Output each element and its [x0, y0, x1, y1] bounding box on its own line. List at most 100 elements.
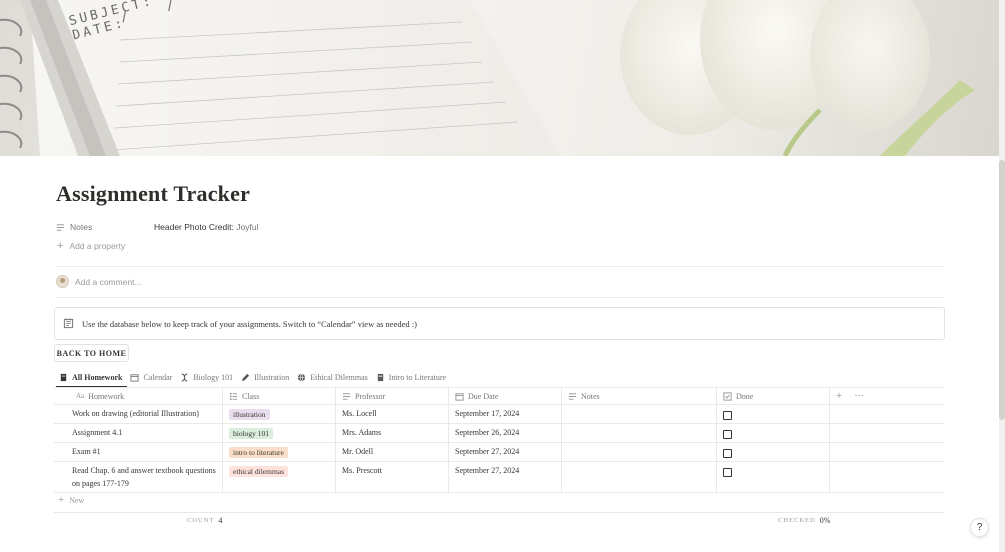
cell-professor[interactable]: Mr. Odell: [336, 443, 449, 461]
cell-due-date[interactable]: September 26, 2024: [449, 424, 562, 442]
column-header-done[interactable]: Done: [717, 388, 830, 404]
tab-label: Illustration: [254, 372, 290, 382]
tab-intro-to-literature[interactable]: Intro to Literature: [373, 367, 451, 387]
pencil-icon: [241, 373, 250, 381]
column-header-due-date[interactable]: Due Date: [449, 388, 562, 404]
cell-due-date[interactable]: September 17, 2024: [449, 405, 562, 423]
homework-table: Aa Homework Class Professor Due Date Not…: [54, 388, 945, 493]
checkbox-type-icon: [723, 391, 732, 401]
checked-calculation[interactable]: CHECKED 0%: [778, 516, 830, 525]
photo-credit-name: Joyful: [236, 222, 259, 232]
tab-label: Ethical Dilemmas: [310, 372, 368, 382]
property-notes[interactable]: Notes Header Photo Credit: Joyful: [56, 218, 258, 236]
note-icon: [60, 373, 67, 381]
cover-image[interactable]: SUBJECT: DATE: / /: [0, 0, 999, 156]
column-header-professor[interactable]: Professor: [336, 388, 449, 404]
text-lines-icon: [56, 223, 65, 231]
cell-notes[interactable]: [562, 405, 717, 423]
class-tag: intro to literature: [229, 447, 288, 458]
tab-biology-101[interactable]: Biology 101: [177, 367, 238, 387]
scrollbar-thumb[interactable]: [999, 160, 1005, 420]
checked-value: 0%: [819, 516, 831, 525]
column-header-homework[interactable]: Aa Homework: [54, 388, 223, 404]
comment-input[interactable]: Add a comment...: [56, 275, 142, 288]
cell-done[interactable]: [717, 462, 830, 492]
class-tag: biology 101: [229, 428, 274, 439]
cover-illustration: [0, 0, 975, 156]
table-row[interactable]: Work on drawing (editorial Illustration)…: [54, 405, 945, 424]
cell-class[interactable]: illustration: [223, 405, 336, 423]
cell-homework[interactable]: Exam #1: [54, 443, 223, 461]
calendar-icon: [130, 373, 139, 382]
cell-class[interactable]: intro to literature: [223, 443, 336, 461]
done-checkbox[interactable]: [723, 468, 732, 477]
done-checkbox[interactable]: [723, 430, 732, 439]
plus-icon: +: [58, 494, 65, 506]
text-lines-icon: [568, 392, 577, 400]
done-checkbox[interactable]: [723, 449, 732, 458]
cell-empty: [830, 462, 945, 492]
cell-class[interactable]: biology 101: [223, 424, 336, 442]
tab-label: Biology 101: [193, 372, 234, 382]
new-row-button[interactable]: + New: [58, 494, 85, 506]
avatar: [56, 275, 69, 288]
cell-professor[interactable]: Mrs. Adams: [336, 424, 449, 442]
new-row-label: New: [69, 496, 85, 505]
table-row[interactable]: Exam #1 intro to literature Mr. Odell Se…: [54, 443, 945, 462]
count-value: 4: [218, 516, 223, 525]
class-tag: ethical dilemmas: [229, 466, 289, 477]
table-row[interactable]: Read Chap. 6 and answer textbook questio…: [54, 462, 945, 493]
cell-done[interactable]: [717, 443, 830, 461]
table-header: Aa Homework Class Professor Due Date Not…: [54, 388, 945, 405]
cell-done[interactable]: [717, 405, 830, 423]
cell-notes[interactable]: [562, 424, 717, 442]
dna-icon: [181, 372, 188, 382]
tab-label: Calendar: [143, 372, 173, 382]
cell-professor[interactable]: Ms. Prescott: [336, 462, 449, 492]
cell-homework[interactable]: Assignment 4.1: [54, 424, 223, 442]
cell-done[interactable]: [717, 424, 830, 442]
tab-label: Intro to Literature: [388, 372, 447, 382]
cell-homework[interactable]: Read Chap. 6 and answer textbook questio…: [54, 462, 223, 492]
tab-illustration[interactable]: Illustration: [238, 367, 294, 387]
tab-label: All Homework: [72, 372, 123, 382]
property-name[interactable]: Notes: [56, 222, 154, 232]
divider: [56, 297, 944, 298]
cell-notes[interactable]: [562, 462, 717, 492]
back-to-home-button[interactable]: BACK TO HOME: [54, 344, 129, 362]
column-header-class[interactable]: Class: [223, 388, 336, 404]
add-property-button[interactable]: + Add a property: [57, 239, 125, 252]
add-column-icon[interactable]: +: [836, 390, 842, 402]
cell-professor[interactable]: Ms. Locell: [336, 405, 449, 423]
column-header-notes[interactable]: Notes: [562, 388, 717, 404]
page-scrollbar[interactable]: [999, 0, 1005, 552]
cell-empty: [830, 443, 945, 461]
divider: [54, 512, 945, 513]
table-row[interactable]: Assignment 4.1 biology 101 Mrs. Adams Se…: [54, 424, 945, 443]
column-header-actions: + ···: [830, 388, 945, 404]
notepad-icon: [63, 318, 74, 329]
count-label: COUNT: [187, 517, 215, 524]
callout-block[interactable]: Use the database below to keep track of …: [54, 307, 945, 340]
property-notes-label: Notes: [70, 222, 93, 232]
page-title[interactable]: Assignment Tracker: [56, 181, 250, 207]
cell-class[interactable]: ethical dilemmas: [223, 462, 336, 492]
plus-icon: +: [57, 239, 64, 252]
cell-notes[interactable]: [562, 443, 717, 461]
done-checkbox[interactable]: [723, 411, 732, 420]
help-button[interactable]: ?: [970, 518, 989, 537]
tab-ethical-dilemmas[interactable]: Ethical Dilemmas: [294, 367, 373, 387]
count-calculation[interactable]: COUNT 4: [187, 516, 222, 525]
cell-due-date[interactable]: September 27, 2024: [449, 462, 562, 492]
photo-credit-prefix: Header Photo Credit:: [154, 222, 234, 232]
tab-calendar[interactable]: Calendar: [127, 367, 177, 387]
title-type-icon: Aa: [76, 392, 85, 400]
cell-due-date[interactable]: September 27, 2024: [449, 443, 562, 461]
more-options-icon[interactable]: ···: [854, 391, 864, 402]
property-notes-value[interactable]: Header Photo Credit: Joyful: [154, 222, 258, 232]
multi-select-icon: [229, 392, 238, 400]
tab-all-homework[interactable]: All Homework: [56, 367, 128, 388]
class-tag: illustration: [229, 409, 270, 420]
cell-homework[interactable]: Work on drawing (editorial Illustration): [54, 405, 223, 423]
checked-label: CHECKED: [778, 517, 816, 524]
